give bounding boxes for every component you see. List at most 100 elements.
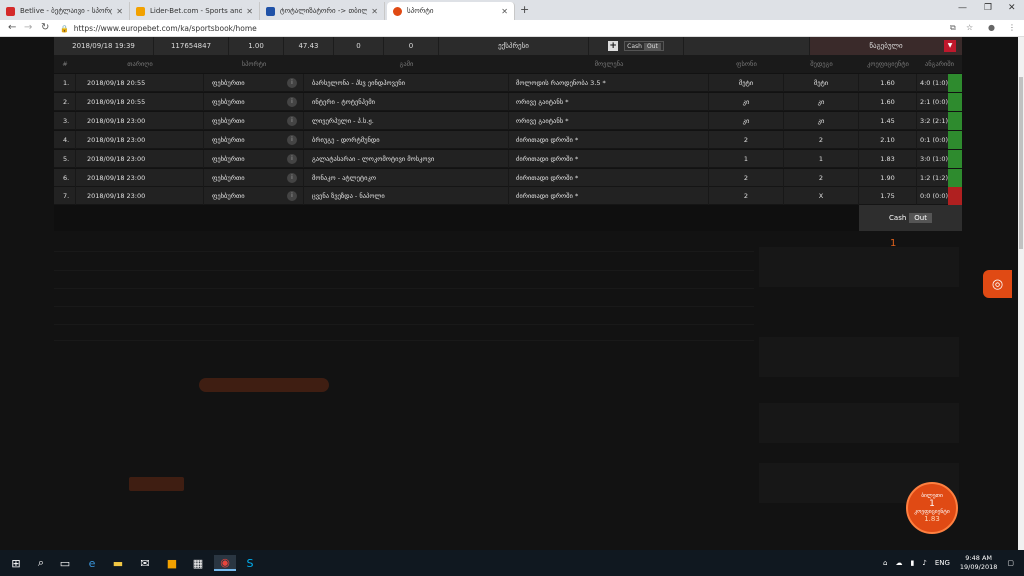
close-icon[interactable]: ✕ [116,7,123,16]
totalizator-favicon-icon [266,6,275,16]
minimize-icon[interactable]: — [958,3,967,13]
task-view-icon[interactable]: ▭ [57,555,73,571]
bet-won: 0 [334,37,384,55]
close-icon[interactable]: ✕ [501,7,508,16]
row-date: 2018/09/18 23:00 [87,131,204,149]
new-tab-icon[interactable]: + [520,3,529,16]
info-icon[interactable]: i [287,135,297,145]
expand-plus-icon[interactable]: + [608,41,619,51]
people-icon[interactable]: ⌂ [883,559,887,567]
forward-icon[interactable]: → [24,22,32,33]
cloud-icon[interactable]: ☁ [895,559,902,567]
chevron-down-icon[interactable]: ▼ [944,40,956,52]
bg-row [54,240,754,252]
bg-pill [199,378,329,392]
menu-icon[interactable]: ⋮ [1008,23,1016,32]
windows-taskbar: ⊞ ⌕ ▭ e ▬ ✉ ■ ▦ ◉ S ⌂ ☁ ▮ ♪ ENG 9:48 AM … [0,550,1024,576]
edge-icon[interactable]: e [84,555,100,571]
col-match: გამი [399,60,414,68]
bookmark-star-icon[interactable]: ☆ [966,23,973,32]
row-match: გალატასარაი - ლოკომოტივი მოსკოვი [312,150,509,168]
account-icon[interactable]: ● [988,23,995,32]
search-icon[interactable]: ⌕ [33,555,49,571]
bg-pill [129,477,184,491]
row-bet: 2 [709,169,784,187]
info-icon[interactable]: i [287,97,297,107]
table-row: 1. 2018/09/18 20:55 ფეხბურთი i ბარსელონა… [54,74,962,92]
scrollbar[interactable] [1018,37,1024,550]
close-icon[interactable]: ✕ [246,7,253,16]
bet-status-dropdown[interactable]: წაგებული ▼ [810,37,962,55]
calculator-icon[interactable]: ▦ [190,555,206,571]
liderbet-favicon-icon [136,6,145,16]
cashout-cell: + Cash Out [589,37,684,55]
bet-payout: 0 [384,37,439,55]
cashout-button[interactable]: Cash Out [624,41,664,51]
row-match: მონაკო - ატლეტიკო [312,169,509,187]
row-bet: მეტი [709,74,784,92]
row-result: X [784,187,859,205]
col-number: # [62,60,68,68]
row-date: 2018/09/18 23:00 [87,150,204,168]
app-icon[interactable]: ■ [164,555,180,571]
tab-title: ტოტალიზატორი -> თბილის [280,7,368,15]
info-icon[interactable]: i [287,154,297,164]
row-result: მეტი [784,74,859,92]
row-event: ძირითადი დროში * [516,150,709,168]
info-icon[interactable]: i [287,116,297,126]
bet-id: 117654847 [154,37,229,55]
col-event: მოვლენა [594,60,624,68]
browser-tab-totalizator[interactable]: ტოტალიზატორი -> თბილის ✕ [260,2,385,20]
info-icon[interactable]: i [287,78,297,88]
scrollbar-thumb[interactable] [1019,77,1023,249]
lock-icon: 🔒 [60,24,69,33]
mail-icon[interactable]: ✉ [137,555,153,571]
translate-icon[interactable]: ⧉ [950,23,956,33]
back-icon[interactable]: ← [8,22,16,33]
explorer-icon[interactable]: ▬ [110,555,126,571]
network-icon[interactable]: ▮ [910,559,914,567]
col-date: თარიღი [127,60,153,68]
chrome-icon[interactable]: ◉ [214,555,236,571]
live-chat-tab[interactable]: ◎ [983,270,1012,298]
windows-start-icon[interactable]: ⊞ [8,555,24,571]
browser-tab-sport[interactable]: სპორტი ✕ [387,2,515,20]
skype-icon[interactable]: S [242,555,258,571]
url-field[interactable]: 🔒 https://www.europebet.com/ka/sportsboo… [60,22,940,35]
table-footer: Cash Out [54,205,962,231]
browser-tab-betlive[interactable]: Betlive - ბეტლაივი - სპორტი ✕ [0,2,130,20]
url-text: https://www.europebet.com/ka/sportsbook/… [73,24,257,33]
window-close-icon[interactable]: ✕ [1008,3,1016,13]
language-indicator[interactable]: ENG [935,559,950,567]
row-number: 6. [54,169,76,187]
clock[interactable]: 9:48 AM 19/09/2018 [960,554,997,572]
table-row: 7. 2018/09/18 23:00 ფეხბურთი i ცვენა ზვე… [54,187,962,205]
out-label: Out [909,213,932,223]
maximize-icon[interactable]: ❐ [984,3,992,13]
row-number: 5. [54,150,76,168]
cashout-button[interactable]: Cash Out [859,205,962,231]
row-bet: 2 [709,131,784,149]
betslip-button[interactable]: ბილეთი 1 კოეფიციენტი 1.83 [906,482,958,534]
row-odds: 1.60 [859,74,917,92]
row-odds: 1.83 [859,150,917,168]
close-icon[interactable]: ✕ [371,7,378,16]
row-match: ცვენა ზვეზდა - ნაპოლი [312,187,509,205]
info-icon[interactable]: i [287,173,297,183]
notifications-icon[interactable]: ▢ [1007,559,1014,567]
row-event: მოლოდის რაოდენობა 3.5 * [516,74,709,92]
row-event: ძირითადი დროში * [516,169,709,187]
bet-date: 2018/09/18 19:39 [54,37,154,55]
bg-row [54,329,754,341]
status-bar [948,93,962,111]
browser-tab-liderbet[interactable]: Lider-Bet.com - Sports and Casi ✕ [130,2,260,20]
bet-odds: 47.43 [284,37,334,55]
bg-side-card [759,403,959,443]
system-tray: ⌂ ☁ ▮ ♪ ENG 9:48 AM 19/09/2018 ▢ [883,550,1014,576]
reload-icon[interactable]: ↻ [41,22,49,33]
row-number: 4. [54,131,76,149]
row-event: ორივე გაიტანს * [516,93,709,111]
volume-icon[interactable]: ♪ [922,559,926,567]
status-bar [948,187,962,205]
info-icon[interactable]: i [287,191,297,201]
